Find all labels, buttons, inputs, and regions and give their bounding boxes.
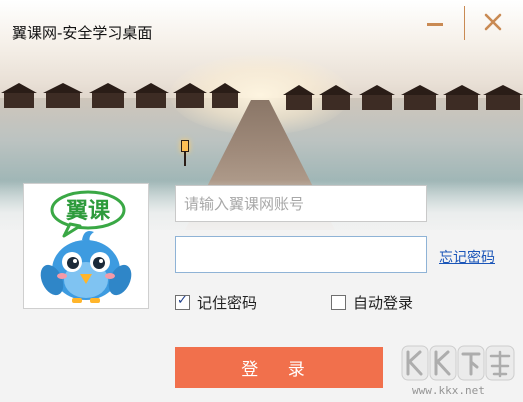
pier-lamp bbox=[181, 140, 189, 166]
login-button[interactable]: 登 录 bbox=[175, 347, 383, 388]
forgot-password-link[interactable]: 忘记密码 bbox=[439, 247, 495, 267]
remember-password-option[interactable]: 记住密码 bbox=[175, 292, 257, 313]
remember-password-checkbox[interactable] bbox=[175, 293, 190, 310]
close-button[interactable] bbox=[476, 6, 510, 38]
login-window: 翼课网-安全学习桌面 翼课 请输入翼课网账号 忘记密码 ✓ 记住密码 自动登录 … bbox=[0, 0, 523, 402]
password-input[interactable] bbox=[175, 236, 427, 273]
title-bar-divider bbox=[464, 6, 465, 40]
account-input[interactable] bbox=[175, 185, 427, 222]
auto-login-option[interactable]: 自动登录 bbox=[331, 292, 413, 313]
avatar-badge-text: 翼课 bbox=[66, 199, 111, 224]
remember-password-label: 记住密码 bbox=[197, 294, 258, 312]
water-bungalows-right bbox=[280, 70, 523, 110]
window-title: 翼课网-安全学习桌面 bbox=[12, 24, 153, 42]
auto-login-label: 自动登录 bbox=[353, 294, 414, 312]
minimize-icon bbox=[427, 23, 443, 26]
avatar: 翼课 bbox=[23, 183, 149, 309]
watermark-url: www.kkx.net bbox=[412, 384, 485, 397]
water-bungalows-left bbox=[0, 74, 250, 108]
close-icon bbox=[484, 13, 502, 31]
watermark-logo-icon bbox=[401, 345, 515, 381]
bird-mascot-icon: 翼课 bbox=[40, 190, 132, 303]
auto-login-checkbox[interactable] bbox=[331, 295, 346, 310]
minimize-button[interactable] bbox=[418, 6, 452, 38]
watermark: www.kkx.net bbox=[398, 342, 520, 400]
